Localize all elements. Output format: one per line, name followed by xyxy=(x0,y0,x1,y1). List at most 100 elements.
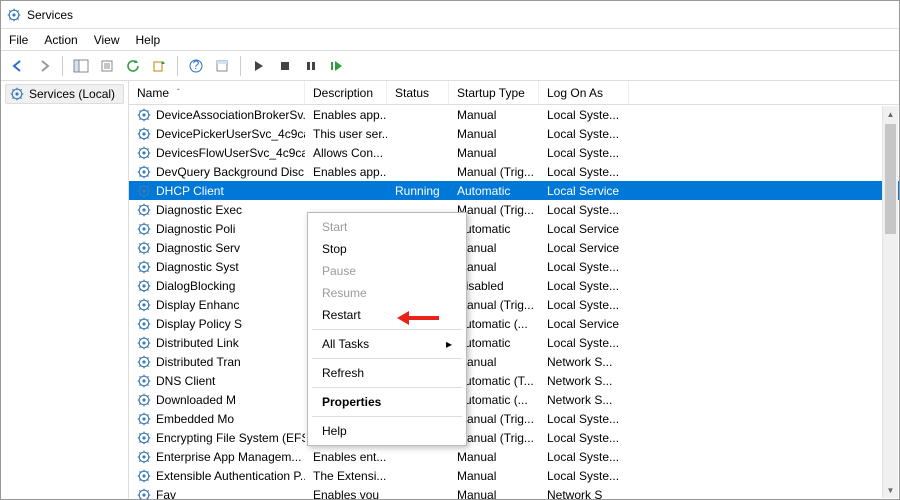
stop-service-button[interactable] xyxy=(274,55,296,77)
ctx-restart[interactable]: Restart xyxy=(308,304,466,326)
ctx-stop[interactable]: Stop xyxy=(308,238,466,260)
service-row[interactable]: Extensible Authentication P...The Extens… xyxy=(129,466,899,485)
service-row[interactable]: DevQuery Background Disc...Enables app..… xyxy=(129,162,899,181)
service-startup: Manual xyxy=(449,108,539,122)
ctx-separator xyxy=(312,329,462,330)
service-logon: Local Syste... xyxy=(539,279,629,293)
service-gear-icon xyxy=(137,469,151,483)
service-logon: Network S xyxy=(539,488,629,500)
restart-service-button[interactable] xyxy=(326,55,348,77)
menu-file[interactable]: File xyxy=(9,33,28,47)
services-list[interactable]: DeviceAssociationBrokerSv...Enables app.… xyxy=(129,105,899,499)
service-description: Enables app... xyxy=(305,165,387,179)
service-gear-icon xyxy=(137,203,151,217)
column-header-startup[interactable]: Startup Type xyxy=(449,81,539,104)
service-name: DNS Client xyxy=(156,374,215,388)
services-window: Services File Action View Help ? Service… xyxy=(0,0,900,500)
service-row[interactable]: DevicesFlowUserSvc_4c9caAllows Con...Man… xyxy=(129,143,899,162)
properties-button[interactable] xyxy=(96,55,118,77)
column-header-name[interactable]: Nameˆ xyxy=(129,81,305,104)
service-logon: Local Syste... xyxy=(539,260,629,274)
service-row[interactable]: FavEnables vouManualNetwork S xyxy=(129,485,899,499)
ctx-all-tasks[interactable]: All Tasks▸ xyxy=(308,333,466,355)
service-startup: Automatic xyxy=(449,184,539,198)
service-logon: Local Service xyxy=(539,241,629,255)
service-startup: Manual xyxy=(449,127,539,141)
service-row[interactable]: Embedded MoManual (Trig...Local Syste... xyxy=(129,409,899,428)
action-button[interactable] xyxy=(211,55,233,77)
service-row[interactable]: Diagnostic SystRunningManualLocal Syste.… xyxy=(129,257,899,276)
service-row[interactable]: Distributed TranRunningManualNetwork S..… xyxy=(129,352,899,371)
service-row[interactable]: Downloaded MAutomatic (...Network S... xyxy=(129,390,899,409)
refresh-button[interactable] xyxy=(122,55,144,77)
show-hide-tree-button[interactable] xyxy=(70,55,92,77)
ctx-start: Start xyxy=(308,216,466,238)
help-button[interactable]: ? xyxy=(185,55,207,77)
service-row[interactable]: DNS ClientRunningAutomatic (T...Network … xyxy=(129,371,899,390)
service-row[interactable]: Display Policy SRunningAutomatic (...Loc… xyxy=(129,314,899,333)
service-name: Distributed Tran xyxy=(156,355,241,369)
service-name: DeviceAssociationBrokerSv... xyxy=(156,108,305,122)
ctx-properties[interactable]: Properties xyxy=(308,391,466,413)
scroll-up-button[interactable]: ▲ xyxy=(883,106,898,122)
sidebar: Services (Local) xyxy=(1,81,129,499)
service-status: Running xyxy=(387,184,449,198)
service-startup: Manual (Trig... xyxy=(449,165,539,179)
context-menu: StartStopPauseResumeRestartAll Tasks▸Ref… xyxy=(307,212,467,446)
vertical-scrollbar[interactable]: ▲ ▼ xyxy=(882,106,898,498)
service-startup: Manual xyxy=(449,146,539,160)
scrollbar-thumb[interactable] xyxy=(885,124,896,234)
toolbar-separator xyxy=(177,56,178,76)
start-service-button[interactable] xyxy=(248,55,270,77)
export-list-button[interactable] xyxy=(148,55,170,77)
service-startup: Manual xyxy=(449,450,539,464)
app-gear-icon xyxy=(7,8,21,22)
service-logon: Local Syste... xyxy=(539,127,629,141)
service-gear-icon xyxy=(137,184,151,198)
service-name: Extensible Authentication P... xyxy=(156,469,305,483)
ctx-refresh[interactable]: Refresh xyxy=(308,362,466,384)
tree-node-label: Services (Local) xyxy=(29,87,115,101)
service-gear-icon xyxy=(137,393,151,407)
tree-node-services-local[interactable]: Services (Local) xyxy=(5,84,124,104)
service-row[interactable]: DHCP ClientRunningAutomaticLocal Service xyxy=(129,181,899,200)
service-logon: Local Syste... xyxy=(539,336,629,350)
titlebar: Services xyxy=(1,1,899,29)
service-description: Enables app... xyxy=(305,108,387,122)
service-gear-icon xyxy=(137,260,151,274)
service-row[interactable]: DevicePickerUserSvc_4c9caThis user ser..… xyxy=(129,124,899,143)
service-row[interactable]: Diagnostic ServManualLocal Service xyxy=(129,238,899,257)
forward-button[interactable] xyxy=(33,55,55,77)
service-gear-icon xyxy=(137,127,151,141)
sort-caret-icon: ˆ xyxy=(177,81,180,105)
pause-service-button[interactable] xyxy=(300,55,322,77)
service-row[interactable]: Display EnhancManual (Trig...Local Syste… xyxy=(129,295,899,314)
service-row[interactable]: Enterprise App Managem...Enables ent...M… xyxy=(129,447,899,466)
service-description: The Extensi... xyxy=(305,469,387,483)
service-row[interactable]: Distributed LinkRunningAutomaticLocal Sy… xyxy=(129,333,899,352)
service-logon: Local Syste... xyxy=(539,165,629,179)
column-header-description[interactable]: Description xyxy=(305,81,387,104)
svg-text:?: ? xyxy=(193,59,200,72)
column-header-status[interactable]: Status xyxy=(387,81,449,104)
menu-action[interactable]: Action xyxy=(44,33,77,47)
service-gear-icon xyxy=(137,374,151,388)
service-row[interactable]: Diagnostic ExecManual (Trig...Local Syst… xyxy=(129,200,899,219)
service-row[interactable]: Encrypting File System (EFS)Provides th.… xyxy=(129,428,899,447)
service-gear-icon xyxy=(137,146,151,160)
service-row[interactable]: Diagnostic PoliRunningAutomaticLocal Ser… xyxy=(129,219,899,238)
services-list-pane: Nameˆ Description Status Startup Type Lo… xyxy=(129,81,899,499)
menu-view[interactable]: View xyxy=(94,33,120,47)
service-logon: Local Syste... xyxy=(539,450,629,464)
service-row[interactable]: DeviceAssociationBrokerSv...Enables app.… xyxy=(129,105,899,124)
menu-help[interactable]: Help xyxy=(136,33,161,47)
back-button[interactable] xyxy=(7,55,29,77)
scroll-down-button[interactable]: ▼ xyxy=(883,482,898,498)
service-gear-icon xyxy=(137,108,151,122)
service-name: DevQuery Background Disc... xyxy=(156,165,305,179)
ctx-help[interactable]: Help xyxy=(308,420,466,442)
column-header-logon[interactable]: Log On As xyxy=(539,81,629,104)
service-description: Enables vou xyxy=(305,488,387,500)
service-row[interactable]: DialogBlockingDisabledLocal Syste... xyxy=(129,276,899,295)
menubar: File Action View Help xyxy=(1,29,899,51)
